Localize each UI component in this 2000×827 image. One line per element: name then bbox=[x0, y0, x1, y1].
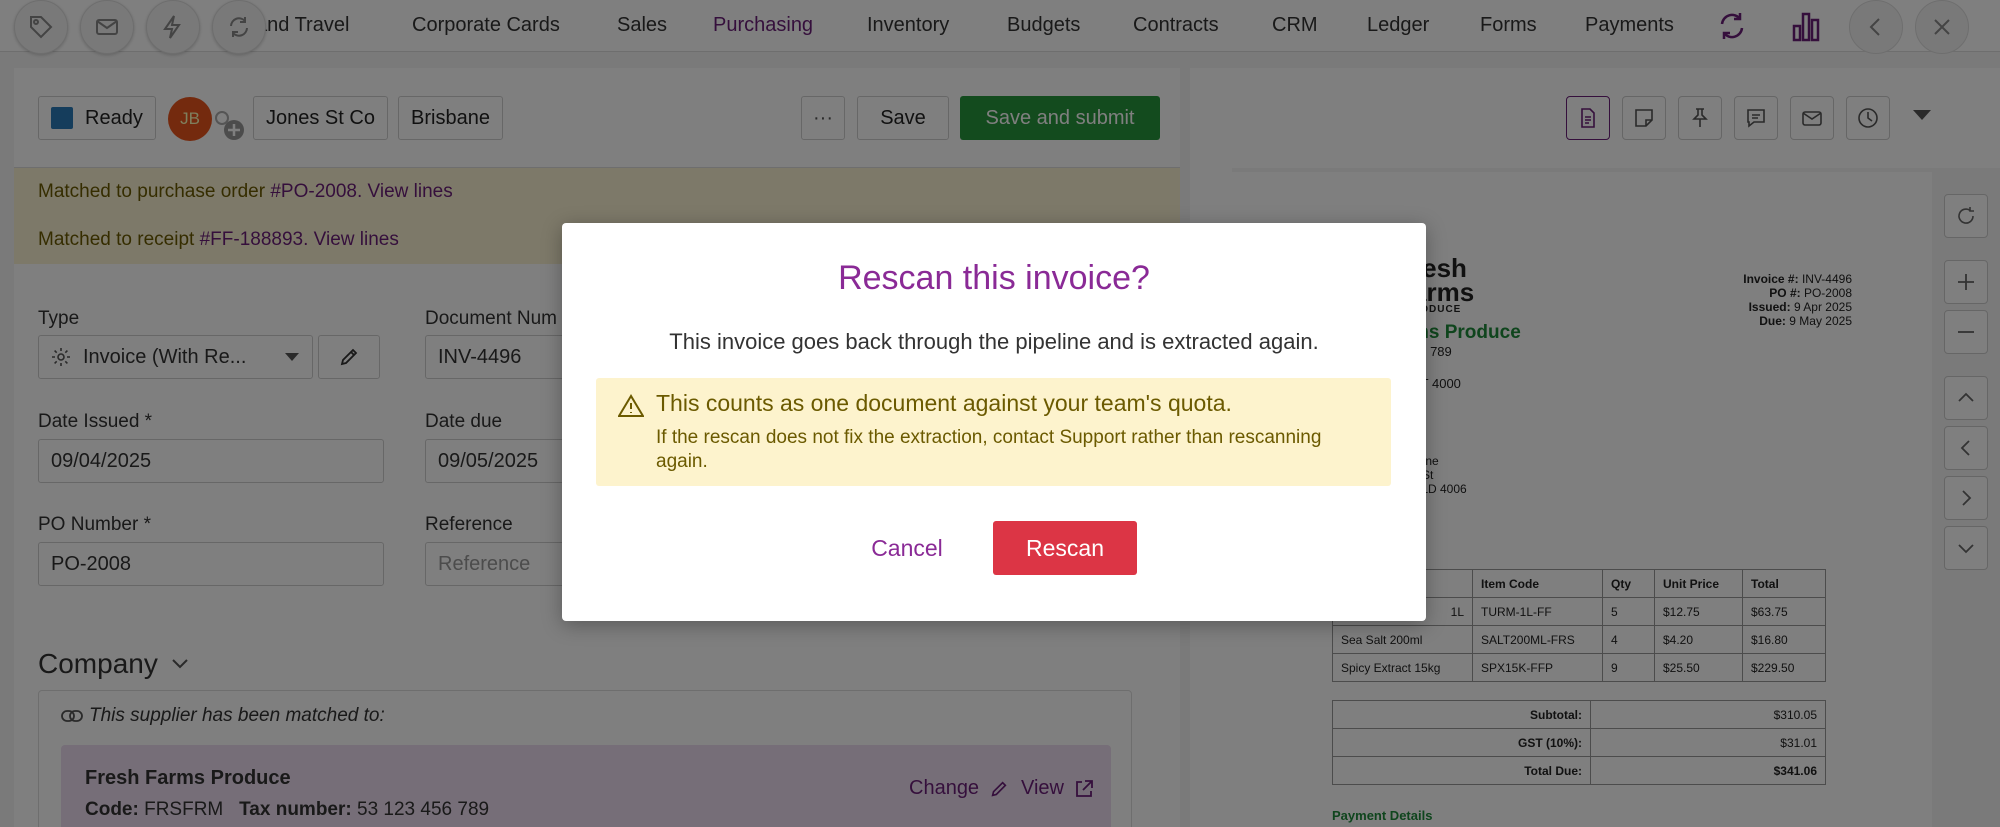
rescan-dialog: Rescan this invoice? This invoice goes b… bbox=[562, 223, 1426, 621]
warning-title: This counts as one document against your… bbox=[656, 390, 1232, 416]
dialog-body: This invoice goes back through the pipel… bbox=[669, 329, 1319, 354]
cancel-button[interactable]: Cancel bbox=[852, 521, 962, 575]
rescan-button[interactable]: Rescan bbox=[993, 521, 1137, 575]
warning-text: If the rescan does not fix the extractio… bbox=[656, 427, 1322, 472]
quota-warning: This counts as one document against your… bbox=[596, 378, 1391, 486]
warning-icon bbox=[618, 394, 644, 418]
dialog-title: Rescan this invoice? bbox=[838, 259, 1150, 297]
